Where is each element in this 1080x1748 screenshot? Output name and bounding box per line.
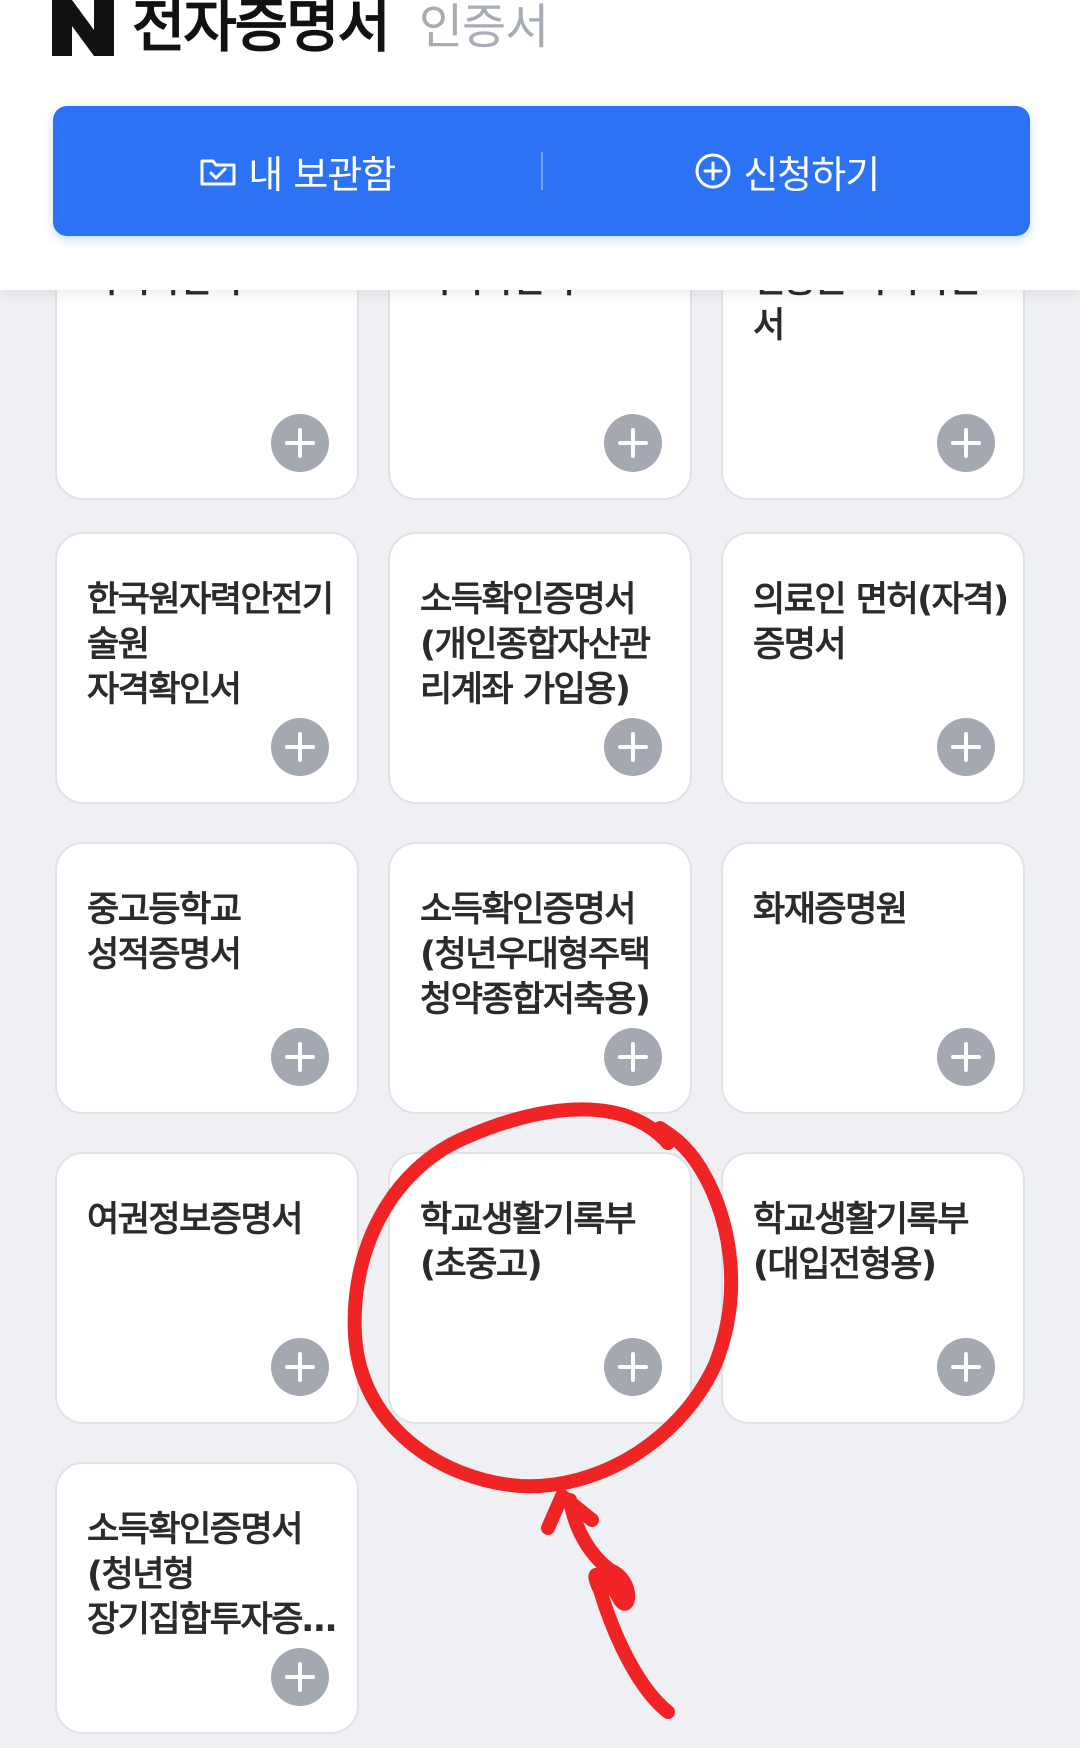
action-bar: 내 보관함 신청하기 [53,106,1030,236]
certificate-card[interactable]: 학교생활기록부(대입전형용) [721,1152,1025,1424]
certificate-card-title: 소득확인증명서(청년형 장기집합투자증권저축용) [87,1510,334,1640]
add-certificate-button[interactable] [937,414,995,472]
add-certificate-button[interactable] [604,1338,662,1396]
certificate-card[interactable]: 여권정보증명서 [55,1152,359,1424]
certificate-card-title: 한국원자력안전기술원 자격확인서 [87,580,334,710]
tab-certificate[interactable]: 인증서 [419,0,549,57]
certificate-card-title: 학교생활기록부(대입전형용) [753,1200,969,1285]
certificate-card[interactable]: 화재증명원 [721,842,1025,1114]
certificate-card-title: 여권정보증명서 [87,1200,303,1240]
certificate-card-title: 의료인 면허(자격)증명서 [753,580,1008,665]
my-box-button[interactable]: 내 보관함 [53,106,541,236]
apply-button[interactable]: 신청하기 [543,106,1031,236]
certificate-card[interactable]: 소득확인증명서(개인종합자산관리계좌 가입용) [388,532,692,804]
certificate-card-title: 소득확인증명서(개인종합자산관리계좌 가입용) [420,580,651,710]
add-certificate-button[interactable] [271,1648,329,1706]
app-header: 전자증명서 인증서 내 보관함 신청하기 [0,0,1080,290]
certificate-card[interactable]: 소득확인증명서(청년우대형주택청약종합저축용) [388,842,692,1114]
certificate-card[interactable]: 한국원자력안전기술원 자격확인서 [55,532,359,804]
plus-circle-icon [695,153,731,189]
certificate-card-title: 화재증명원 [753,890,908,930]
add-certificate-button[interactable] [271,1338,329,1396]
certificate-card-title: 중고등학교 성적증명서 [87,890,242,975]
certificate-card[interactable]: 학교생활기록부(초중고) [388,1152,692,1424]
certificate-card[interactable]: 의료인 면허(자격)증명서 [721,532,1025,804]
page-title: 전자증명서 [132,0,391,60]
certificate-card-title: 소득확인증명서(청년우대형주택청약종합저축용) [420,890,651,1020]
naver-logo-icon [52,0,114,56]
brand-row: 전자증명서 인증서 [52,0,549,60]
add-certificate-button[interactable] [937,1028,995,1086]
add-certificate-button[interactable] [937,1338,995,1396]
add-certificate-button[interactable] [271,718,329,776]
add-certificate-button[interactable] [937,718,995,776]
add-certificate-button[interactable] [271,1028,329,1086]
apply-label: 신청하기 [743,152,880,197]
add-certificate-button[interactable] [604,718,662,776]
certificate-card-title: 학교생활기록부(초중고) [420,1200,636,1285]
certificate-card[interactable]: 중고등학교 성적증명서 [55,842,359,1114]
folder-check-icon [200,159,236,186]
add-certificate-button[interactable] [604,1028,662,1086]
certificate-card[interactable]: 소득확인증명서(청년형 장기집합투자증권저축용) [55,1462,359,1734]
add-certificate-button[interactable] [604,414,662,472]
my-box-label: 내 보관함 [248,152,396,197]
add-certificate-button[interactable] [271,414,329,472]
